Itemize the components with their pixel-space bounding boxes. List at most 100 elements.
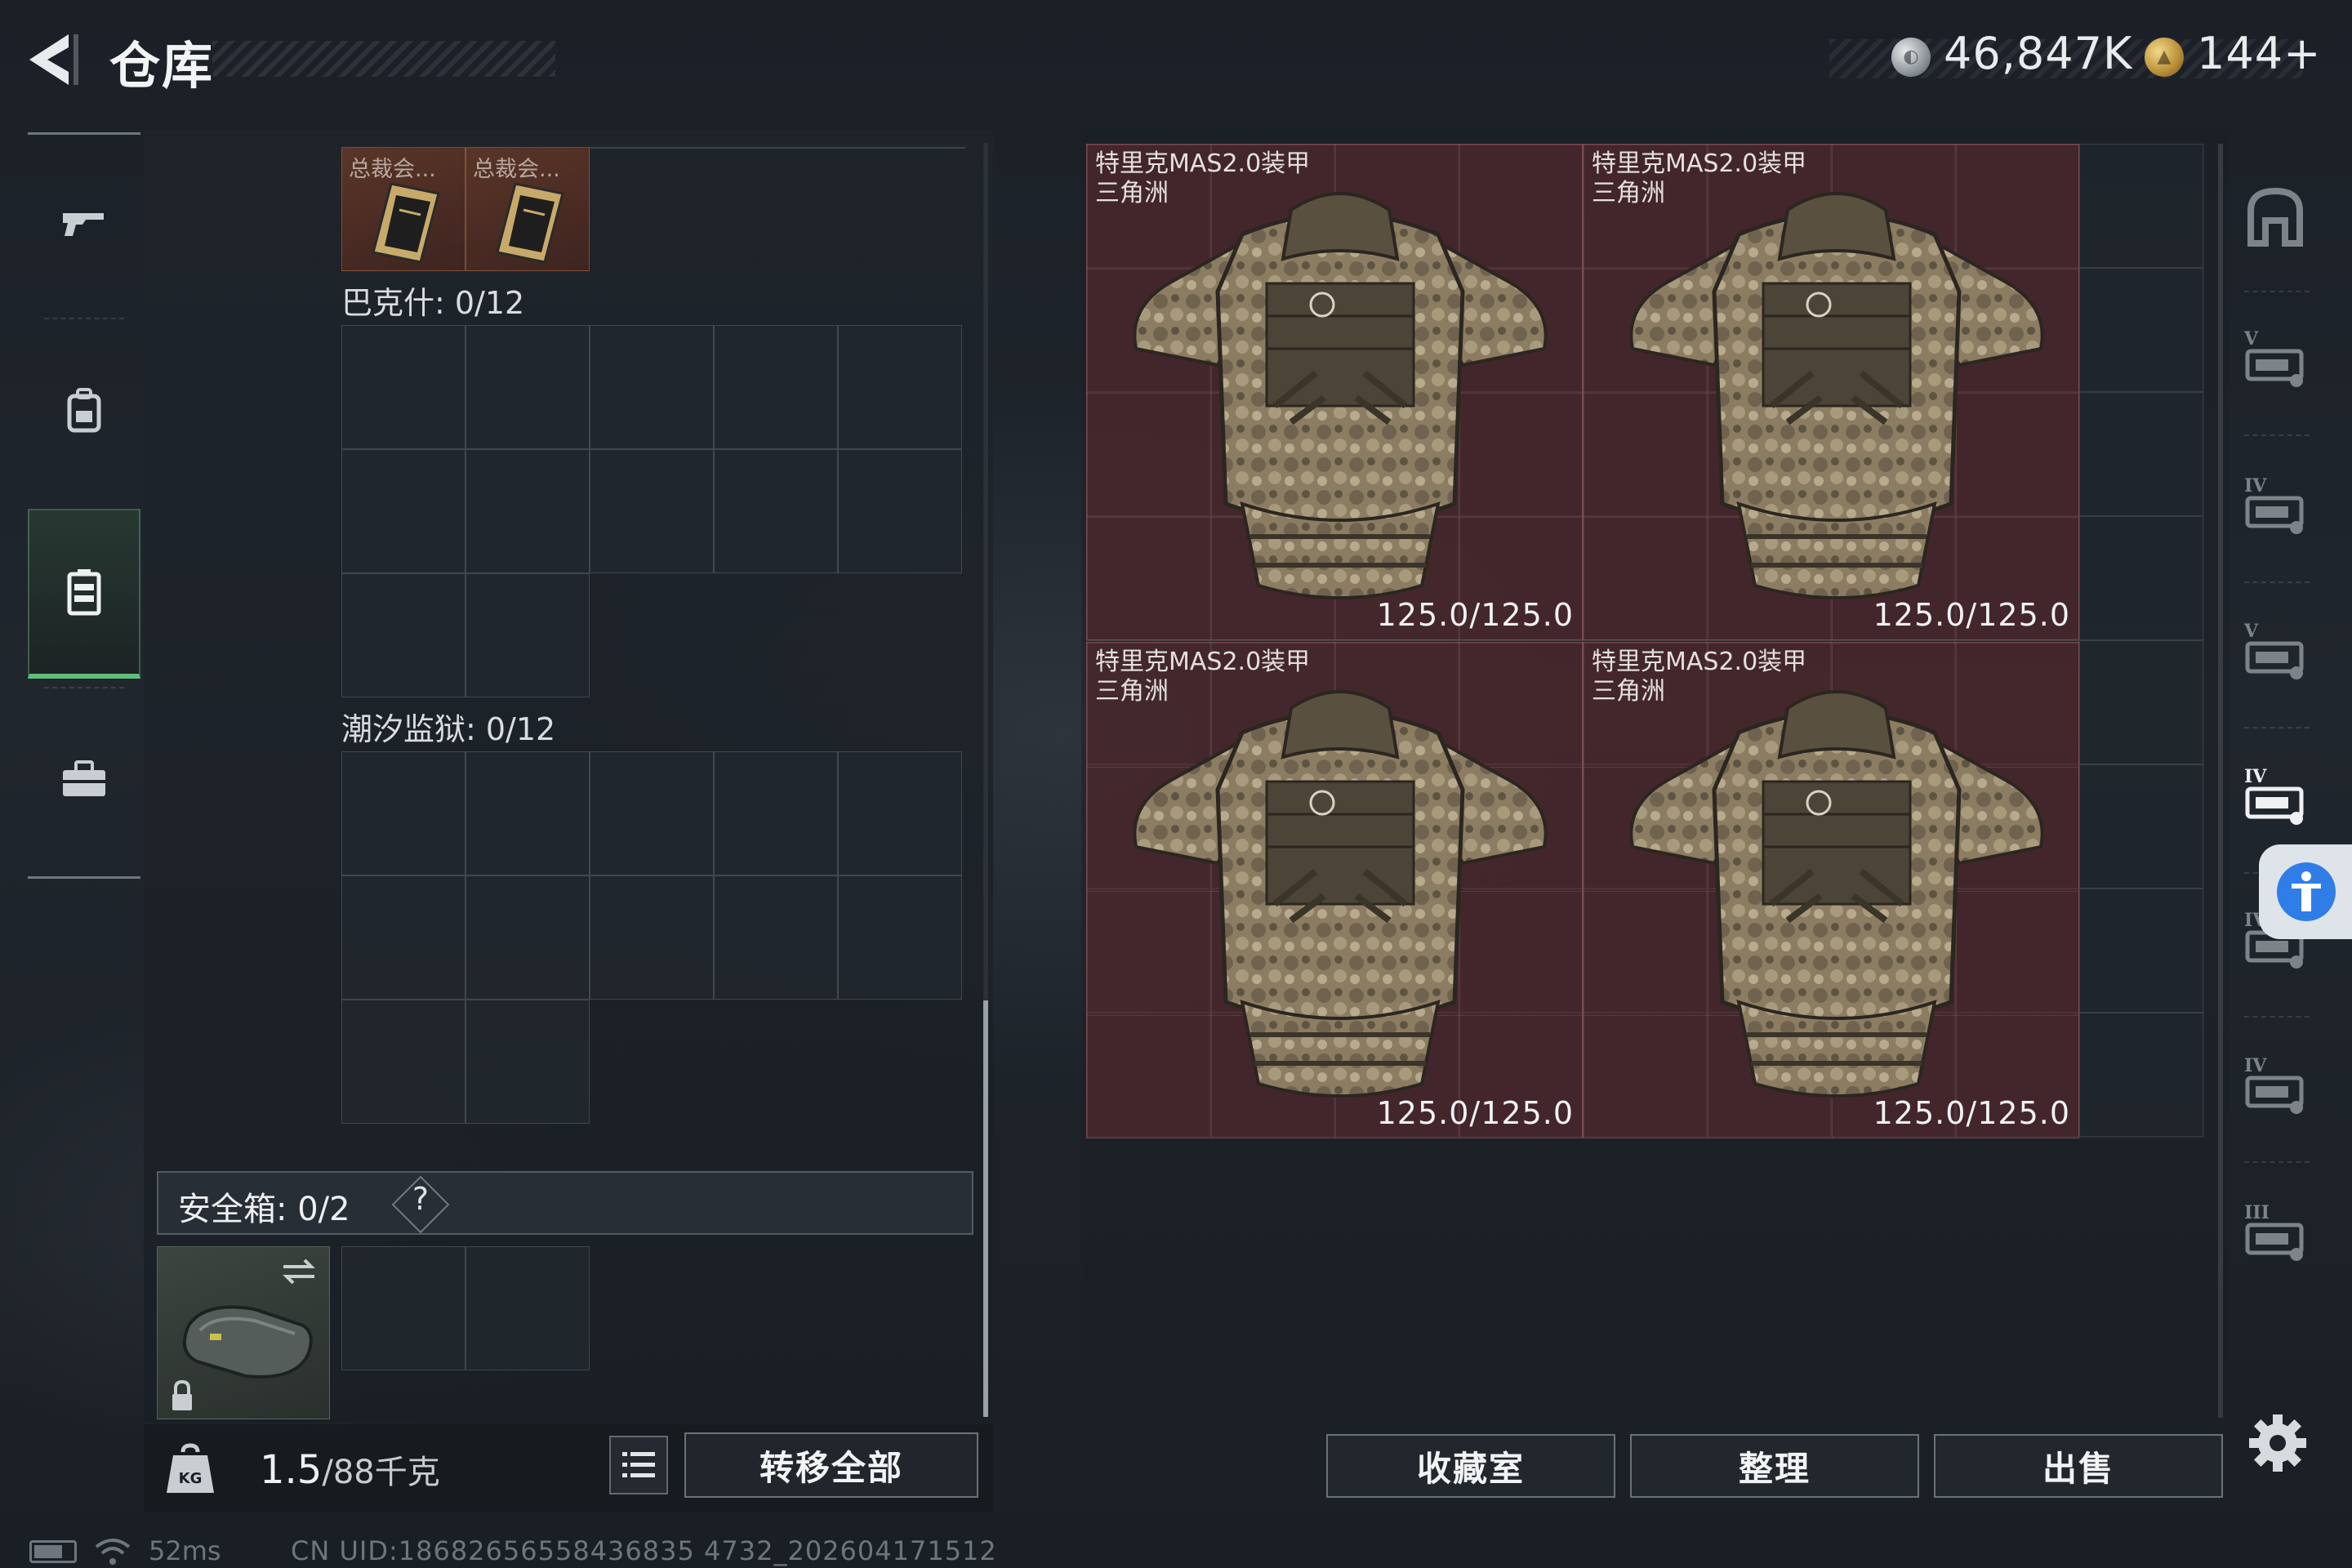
container-slot[interactable] <box>838 325 962 449</box>
safe-box-slot[interactable] <box>466 1246 590 1370</box>
container-slot[interactable] <box>341 325 466 449</box>
nav-toolbox[interactable] <box>28 697 140 860</box>
armor-item-card[interactable]: 特里克MAS2.0装甲 三角洲 125.0/125.0 <box>1086 144 1583 640</box>
armor-name: 特里克MAS2.0装甲 <box>1095 648 1311 676</box>
back-arrow-icon[interactable] <box>23 31 88 88</box>
nav-backpack[interactable] <box>28 327 140 491</box>
armor-category-filter[interactable]: III <box>2234 1178 2316 1292</box>
stash-slot[interactable] <box>2079 764 2203 889</box>
armor-category-filter[interactable] <box>2234 160 2316 274</box>
armor-map: 三角洲 <box>1592 677 1665 706</box>
armor-tier-iii-icon: III <box>2244 1202 2304 1261</box>
container-slot[interactable] <box>341 751 466 875</box>
armor-name-block: 特里克MAS2.0装甲 三角洲 <box>1095 648 1310 706</box>
armor-category-filter[interactable]: V <box>2234 596 2316 710</box>
safe-box-case[interactable] <box>157 1246 330 1419</box>
page-title: 仓库 <box>109 36 215 96</box>
stash-slot[interactable] <box>2079 640 2203 764</box>
svg-text:III: III <box>2244 1202 2270 1223</box>
accessibility-button[interactable] <box>2259 844 2352 939</box>
container-slot[interactable] <box>838 751 962 875</box>
stash-slot[interactable] <box>2079 268 2203 392</box>
container-slot[interactable] <box>466 751 590 875</box>
armor-map: 三角洲 <box>1095 179 1169 207</box>
settings-gear-icon[interactable] <box>2247 1413 2308 1473</box>
organize-button[interactable]: 整理 <box>1630 1434 1919 1498</box>
help-icon[interactable]: ? <box>402 1181 439 1217</box>
container-scrollbar-thumb[interactable] <box>983 1000 988 1417</box>
inventory-item[interactable]: 总裁会... <box>341 147 466 271</box>
nav-chest-rig[interactable] <box>28 509 140 679</box>
nav-separator <box>2244 1161 2310 1163</box>
silver-coin-icon: ◐ <box>1891 38 1931 77</box>
weight-readout: 1.5/88千克 <box>260 1446 440 1493</box>
accessibility-icon <box>2292 871 2321 911</box>
weight-max: /88千克 <box>322 1454 440 1491</box>
transfer-all-button[interactable]: 转移全部 <box>684 1432 978 1498</box>
stash-slot[interactable] <box>2079 889 2203 1013</box>
battery-icon <box>29 1540 77 1563</box>
container-slot[interactable] <box>590 751 714 875</box>
currency-secondary[interactable]: 144+ <box>2197 28 2321 79</box>
armor-durability: 125.0/125.0 <box>1873 1095 2070 1131</box>
nav-weapon[interactable] <box>28 141 140 305</box>
nav-separator <box>2244 291 2310 292</box>
container-slot[interactable] <box>714 449 838 573</box>
swap-icon[interactable] <box>280 1255 318 1288</box>
stash-slot[interactable] <box>2079 1013 2203 1137</box>
currency-primary[interactable]: 46,847K <box>1944 28 2132 79</box>
armor-category-filter[interactable]: IV <box>2234 1031 2316 1145</box>
armor-item-card[interactable]: 特里克MAS2.0装甲 三角洲 125.0/125.0 <box>1086 642 1583 1138</box>
stash-slot[interactable] <box>2079 144 2203 268</box>
armor-name-block: 特里克MAS2.0装甲 三角洲 <box>1095 149 1310 208</box>
list-view-button[interactable] <box>609 1436 668 1494</box>
gun-icon <box>63 213 104 236</box>
chest-rig-icon <box>67 569 101 616</box>
svg-text:IV: IV <box>2244 766 2267 787</box>
container-slot[interactable] <box>341 449 466 573</box>
stash-slot[interactable] <box>2079 516 2203 640</box>
armor-durability: 125.0/125.0 <box>1376 1095 1574 1131</box>
container-slot[interactable] <box>714 875 838 1000</box>
container-slot[interactable] <box>341 1000 466 1124</box>
stash-slot[interactable] <box>2079 392 2203 516</box>
armor-category-filter[interactable]: IV <box>2234 451 2316 565</box>
container-slot[interactable] <box>466 875 590 1000</box>
armor-item-card[interactable]: 特里克MAS2.0装甲 三角洲 125.0/125.0 <box>1583 642 2079 1138</box>
armor-item-card[interactable]: 特里克MAS2.0装甲 三角洲 125.0/125.0 <box>1583 144 2079 640</box>
armor-name-block: 特里克MAS2.0装甲 三角洲 <box>1592 149 1806 208</box>
armor-tier-v-icon: V <box>2243 328 2304 387</box>
nav-separator <box>2244 581 2310 583</box>
svg-text:V: V <box>2243 328 2259 350</box>
container-slot[interactable] <box>341 875 466 1000</box>
safe-box-slot[interactable] <box>341 1246 466 1370</box>
container-slot[interactable] <box>466 449 590 573</box>
container-slot[interactable] <box>714 325 838 449</box>
slot-divider <box>590 147 965 149</box>
container-slot[interactable] <box>466 325 590 449</box>
wifi-icon <box>95 1539 131 1565</box>
container-slot[interactable] <box>838 875 962 1000</box>
container-slot[interactable] <box>341 573 466 697</box>
svg-text:KG: KG <box>179 1470 203 1487</box>
armor-name: 特里克MAS2.0装甲 <box>1592 149 1807 178</box>
armor-category-filter[interactable]: IV <box>2234 742 2316 856</box>
container-slot[interactable] <box>590 325 714 449</box>
svg-text:IV: IV <box>2244 475 2267 497</box>
sell-button[interactable]: 出售 <box>1934 1434 2223 1498</box>
container-slot[interactable] <box>714 751 838 875</box>
container-slot[interactable] <box>590 449 714 573</box>
collection-room-button[interactable]: 收藏室 <box>1326 1434 1615 1498</box>
safe-box-label: 安全箱: 0/2 <box>178 1191 350 1228</box>
container-slot[interactable] <box>466 573 590 697</box>
armor-name-block: 特里克MAS2.0装甲 三角洲 <box>1592 648 1806 706</box>
stash-scrollbar[interactable] <box>2218 144 2223 1418</box>
container-slot[interactable] <box>590 875 714 1000</box>
container-slot[interactable] <box>838 449 962 573</box>
inventory-item[interactable]: 总裁会... <box>466 147 590 271</box>
armor-category-filter[interactable]: V <box>2234 304 2316 418</box>
lock-icon <box>172 1379 192 1410</box>
section-label: 巴克什: 0/12 <box>341 285 525 321</box>
gold-coin-icon: ▲ <box>2145 38 2184 77</box>
container-slot[interactable] <box>466 1000 590 1124</box>
